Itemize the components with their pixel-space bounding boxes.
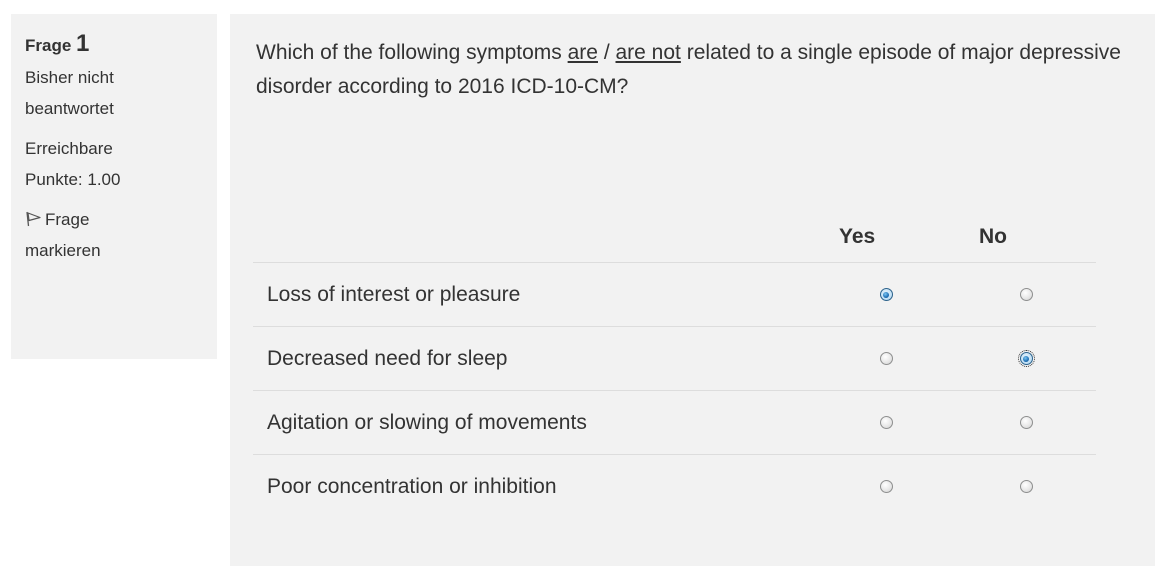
column-header-yes: Yes [839,225,876,248]
row-label: Agitation or slowing of movements [253,390,816,455]
question-text-are-not: are not [615,41,681,64]
yes-radio[interactable] [879,416,893,430]
yes-radio-cell [816,326,956,391]
question-number: Frage 1 [25,28,203,62]
no-radio-cell [956,454,1096,518]
question-content-panel: Which of the following symptoms are / ar… [230,14,1155,566]
yes-radio[interactable] [879,288,893,302]
row-label: Poor concentration or inhibition [253,454,816,518]
question-text: Which of the following symptoms are / ar… [256,36,1136,104]
header-blank [253,212,816,263]
no-radio-cell [956,390,1096,455]
points-line-1: Erreichbare [25,139,113,158]
question-number-value: 1 [76,30,90,57]
row-label: Loss of interest or pleasure [253,262,816,327]
question-text-are: are [567,41,598,64]
no-radio[interactable] [1019,416,1033,430]
answer-matrix: Yes No Loss of interest or pleasure Decr… [253,212,1096,518]
no-radio[interactable] [1017,350,1035,368]
no-radio[interactable] [1019,480,1033,494]
status-line-2: beantwortet [25,99,114,118]
yes-radio[interactable] [879,480,893,494]
yes-radio-cell [816,390,956,455]
yes-radio-cell [816,454,956,518]
answer-row: Decreased need for sleep [253,326,1096,391]
answer-row: Agitation or slowing of movements [253,390,1096,455]
no-radio[interactable] [1019,288,1033,302]
question-text-part-1: Which of the following symptoms [256,41,568,64]
yes-radio[interactable] [879,352,893,366]
flag-question-link[interactable]: Frage markieren [25,204,203,266]
question-points: Erreichbare Punkte: 1.00 [25,133,203,195]
row-label: Decreased need for sleep [253,326,816,391]
flag-label-line-2[interactable]: markieren [25,235,203,266]
question-info-panel: Frage 1 Bisher nicht beantwortet Erreich… [11,14,217,359]
question-label: Frage [25,36,72,55]
answer-matrix-header: Yes No [253,212,1096,263]
question-status: Bisher nicht beantwortet [25,62,203,124]
no-radio-cell [956,262,1096,327]
status-line-1: Bisher nicht [25,68,114,87]
no-radio-cell [956,326,1096,391]
points-line-2: Punkte: 1.00 [25,170,121,189]
question-text-separator: / [597,41,616,64]
answer-row: Loss of interest or pleasure [253,262,1096,327]
column-header-no: No [979,225,1007,248]
answer-row: Poor concentration or inhibition [253,454,1096,518]
flag-label-line-1[interactable]: Frage [45,210,89,229]
yes-radio-cell [816,262,956,327]
flag-icon[interactable] [25,206,43,227]
